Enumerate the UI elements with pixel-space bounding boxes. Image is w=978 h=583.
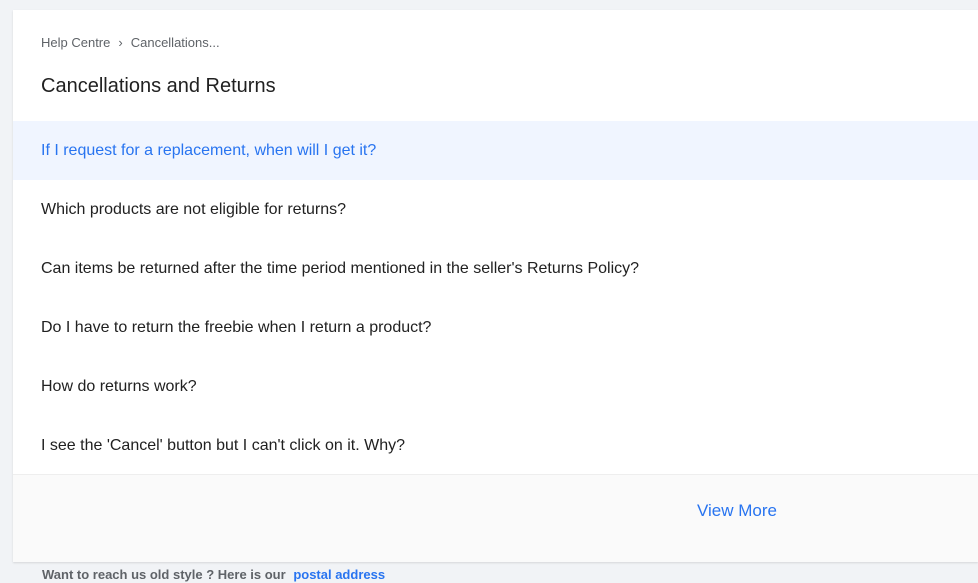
breadcrumb: Help Centre › Cancellations... bbox=[41, 35, 220, 50]
faq-item-not-eligible[interactable]: Which products are not eligible for retu… bbox=[13, 180, 978, 239]
help-card: Help Centre › Cancellations... Cancellat… bbox=[13, 10, 978, 562]
chevron-right-icon: › bbox=[118, 35, 123, 50]
faq-item-freebie[interactable]: Do I have to return the freebie when I r… bbox=[13, 298, 978, 357]
breadcrumb-home-link[interactable]: Help Centre bbox=[41, 35, 110, 50]
faq-item-how-returns-work[interactable]: How do returns work? bbox=[13, 357, 978, 416]
card-footer: View More bbox=[13, 474, 978, 562]
faq-list: If I request for a replacement, when wil… bbox=[13, 121, 978, 475]
contact-text: Want to reach us old style ? Here is our bbox=[42, 567, 286, 582]
postal-address-link[interactable]: postal address bbox=[293, 567, 385, 582]
view-more-link[interactable]: View More bbox=[697, 501, 777, 521]
page-title: Cancellations and Returns bbox=[41, 75, 276, 97]
faq-item-cancel-button[interactable]: I see the 'Cancel' button but I can't cl… bbox=[13, 416, 978, 475]
faq-item-replacement[interactable]: If I request for a replacement, when wil… bbox=[13, 121, 978, 180]
contact-line: Want to reach us old style ? Here is our… bbox=[42, 567, 385, 582]
faq-item-after-time-period[interactable]: Can items be returned after the time per… bbox=[13, 239, 978, 298]
breadcrumb-current: Cancellations... bbox=[130, 35, 220, 50]
